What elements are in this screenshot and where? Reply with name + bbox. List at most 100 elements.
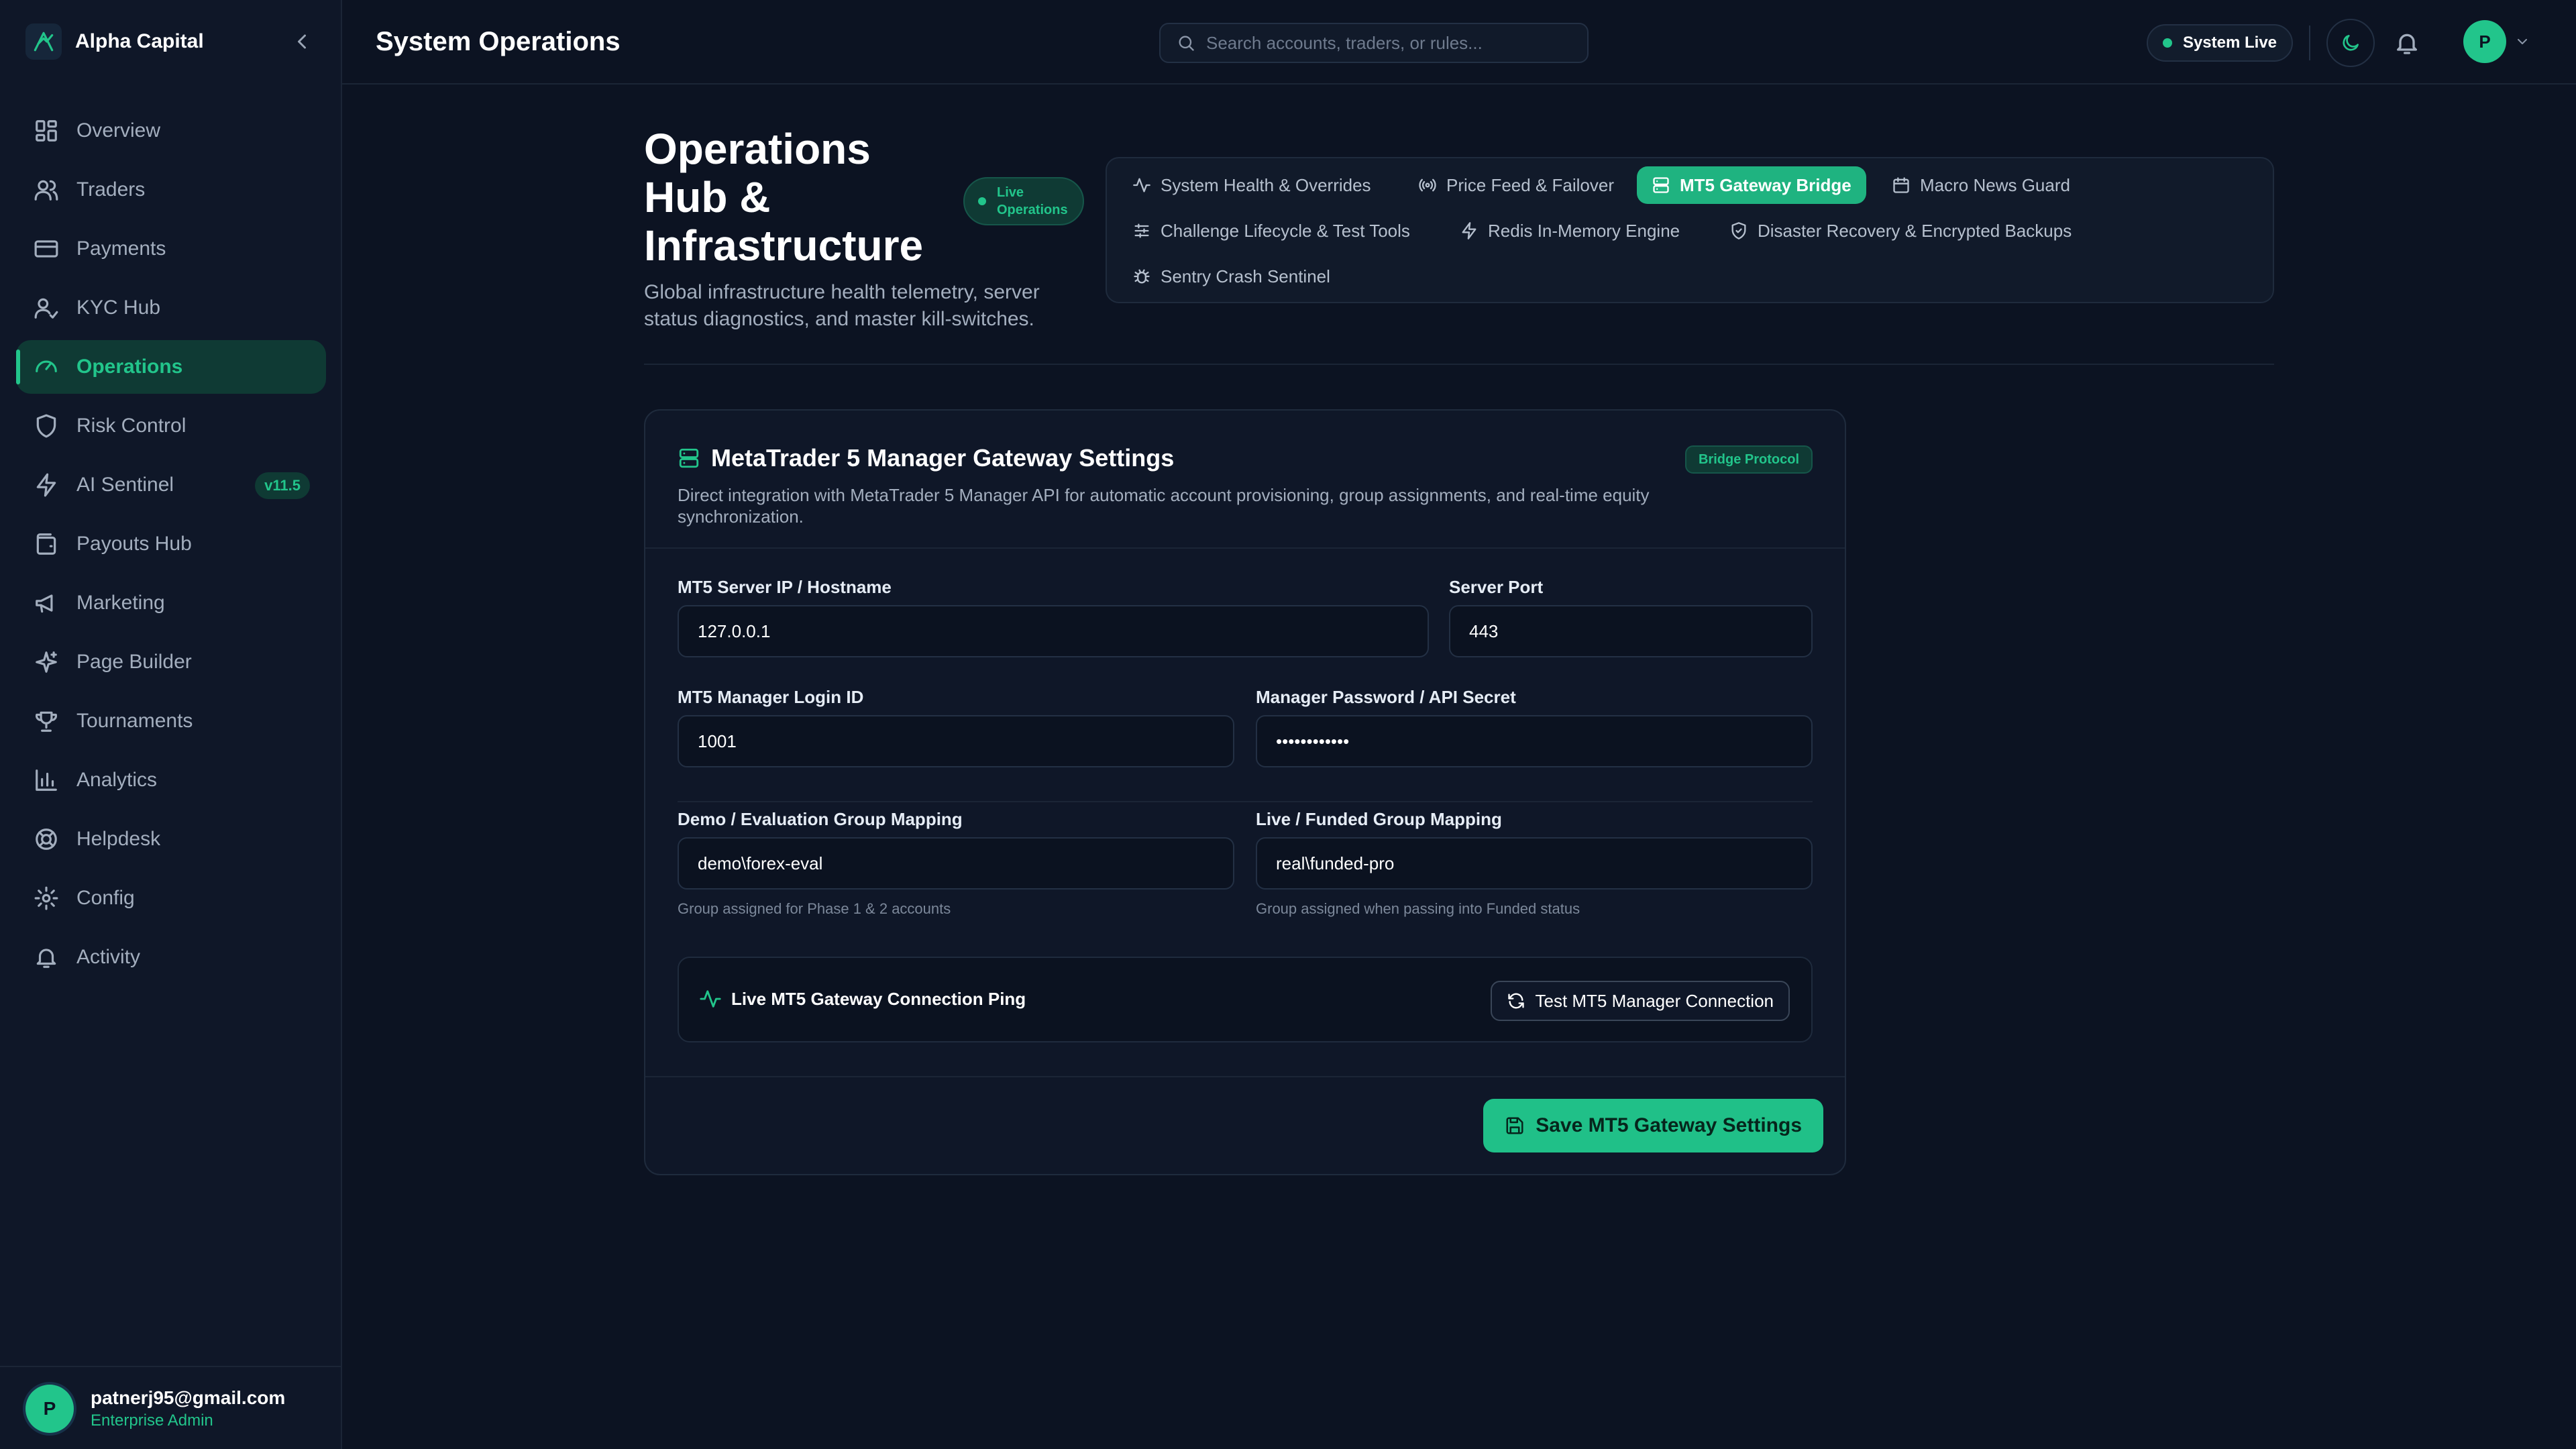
tab-redis-engine[interactable]: Redis In-Memory Engine <box>1445 212 1695 250</box>
avatar[interactable]: P <box>2463 20 2506 63</box>
sidebar-item-activity[interactable]: Activity <box>16 930 326 984</box>
sidebar-item-label: Helpdesk <box>76 828 161 850</box>
megaphone-icon <box>34 590 59 616</box>
sidebar-item-payouts-hub[interactable]: Payouts Hub <box>16 517 326 571</box>
save-icon <box>1505 1116 1525 1136</box>
tab-challenge-lifecycle[interactable]: Challenge Lifecycle & Test Tools <box>1118 212 1425 250</box>
sidebar-item-label: AI Sentinel <box>76 474 174 496</box>
password-field[interactable] <box>1256 715 1813 767</box>
connection-ping-panel: Live MT5 Gateway Connection Ping Test MT… <box>678 957 1813 1042</box>
sidebar-item-ai-sentinel[interactable]: AI Sentinel v11.5 <box>16 458 326 512</box>
trophy-icon <box>34 708 59 734</box>
login-id-label: MT5 Manager Login ID <box>678 687 864 707</box>
live-badge-text: Live Operations <box>997 185 1068 217</box>
sidebar-item-kyc-hub[interactable]: KYC Hub <box>16 281 326 335</box>
tab-price-feed[interactable]: Price Feed & Failover <box>1403 166 1629 204</box>
bar-chart-icon <box>34 767 59 793</box>
sidebar-item-label: Traders <box>76 178 146 201</box>
top-header: System Operations System Live <box>342 0 2576 85</box>
sidebar-item-tournaments[interactable]: Tournaments <box>16 694 326 748</box>
sidebar-item-label: Config <box>76 887 135 909</box>
sidebar-item-traders[interactable]: Traders <box>16 163 326 217</box>
sidebar-item-marketing[interactable]: Marketing <box>16 576 326 630</box>
notifications-bell-icon[interactable] <box>2394 30 2420 56</box>
login-id-field[interactable] <box>678 715 1234 767</box>
live-group-input[interactable] <box>1276 853 1811 874</box>
hero-subtitle: Global infrastructure health telemetry, … <box>644 281 1040 330</box>
demo-group-input[interactable] <box>698 853 1233 874</box>
collapse-sidebar-icon[interactable] <box>290 30 314 54</box>
sidebar-item-label: Operations <box>76 356 183 378</box>
lightning-icon <box>34 472 59 498</box>
brand-logo-icon <box>25 23 62 60</box>
user-role: Enterprise Admin <box>91 1411 213 1430</box>
theme-toggle-button[interactable] <box>2326 19 2375 67</box>
chevron-down-icon[interactable] <box>2514 34 2530 50</box>
card-divider <box>645 547 1845 549</box>
tab-sentry-crash-sentinel[interactable]: Sentry Crash Sentinel <box>1118 258 1345 295</box>
activity-icon <box>699 987 722 1010</box>
sidebar-item-label: Page Builder <box>76 651 192 673</box>
save-settings-button[interactable]: Save MT5 Gateway Settings <box>1483 1099 1823 1152</box>
version-badge: v11.5 <box>255 472 310 499</box>
live-group-label: Live / Funded Group Mapping <box>1256 809 1502 829</box>
users-icon <box>34 177 59 203</box>
sidebar-item-helpdesk[interactable]: Helpdesk <box>16 812 326 866</box>
server-port-input[interactable] <box>1469 621 1811 642</box>
ping-status: Live MT5 Gateway Connection Ping <box>699 987 1026 1010</box>
tab-mt5-gateway-bridge[interactable]: MT5 Gateway Bridge <box>1637 166 1866 204</box>
server-icon <box>1652 176 1670 195</box>
avatar: P <box>25 1385 74 1433</box>
sparkles-icon <box>34 649 59 675</box>
sidebar-item-operations[interactable]: Operations <box>16 340 326 394</box>
demo-group-field[interactable] <box>678 837 1234 890</box>
sidebar-item-label: KYC Hub <box>76 297 161 319</box>
demo-group-hint: Group assigned for Phase 1 & 2 accounts <box>678 900 951 917</box>
sidebar-item-page-builder[interactable]: Page Builder <box>16 635 326 689</box>
server-port-field[interactable] <box>1449 605 1813 657</box>
search-input[interactable] <box>1206 32 1568 54</box>
sliders-icon <box>1132 221 1151 240</box>
login-id-input[interactable] <box>698 731 1233 752</box>
bridge-protocol-badge: Bridge Protocol <box>1684 445 1813 474</box>
tab-system-health[interactable]: System Health & Overrides <box>1118 166 1386 204</box>
tab-label: Macro News Guard <box>1920 174 2070 195</box>
brand-name: Alpha Capital <box>75 30 204 52</box>
sidebar-user[interactable]: P patnerj95@gmail.com Enterprise Admin <box>0 1366 341 1449</box>
password-input[interactable] <box>1276 731 1811 752</box>
sidebar-item-label: Analytics <box>76 769 158 791</box>
tab-label: System Health & Overrides <box>1161 174 1371 195</box>
live-group-field[interactable] <box>1256 837 1813 890</box>
tab-macro-news-guard[interactable]: Macro News Guard <box>1877 166 2085 204</box>
tab-label: Redis In-Memory Engine <box>1488 220 1680 241</box>
search-box[interactable] <box>1159 23 1589 63</box>
sidebar-item-label: Payments <box>76 237 166 260</box>
sidebar-item-analytics[interactable]: Analytics <box>16 753 326 807</box>
radio-icon <box>1418 176 1437 195</box>
brand[interactable]: Alpha Capital <box>25 23 204 60</box>
moon-icon <box>2340 32 2361 54</box>
shield-check-icon <box>1729 221 1748 240</box>
sidebar-item-payments[interactable]: Payments <box>16 222 326 276</box>
hero-title: Operations Hub & Infrastructure <box>644 125 924 270</box>
sidebar-item-config[interactable]: Config <box>16 871 326 925</box>
tab-label: Disaster Recovery & Encrypted Backups <box>1758 220 2072 241</box>
test-connection-button[interactable]: Test MT5 Manager Connection <box>1491 981 1790 1021</box>
server-ip-input[interactable] <box>698 621 1428 642</box>
grid-icon <box>34 118 59 144</box>
card-footer-divider <box>645 1076 1845 1077</box>
sidebar-nav: Overview Traders Payments KYC Hub Operat… <box>16 104 326 989</box>
tab-disaster-recovery[interactable]: Disaster Recovery & Encrypted Backups <box>1715 212 2086 250</box>
status-dot <box>2162 38 2172 48</box>
system-status-badge: System Live <box>2147 24 2293 62</box>
tab-label: Price Feed & Failover <box>1446 174 1614 195</box>
lifebuoy-icon <box>34 826 59 852</box>
sidebar-item-overview[interactable]: Overview <box>16 104 326 158</box>
sidebar-item-risk-control[interactable]: Risk Control <box>16 399 326 453</box>
activity-icon <box>1132 176 1151 195</box>
operations-tabs: System Health & Overrides Price Feed & F… <box>1106 157 2274 303</box>
server-ip-field[interactable] <box>678 605 1429 657</box>
section-divider <box>644 364 2274 365</box>
server-icon <box>678 447 700 470</box>
password-label: Manager Password / API Secret <box>1256 687 1516 707</box>
